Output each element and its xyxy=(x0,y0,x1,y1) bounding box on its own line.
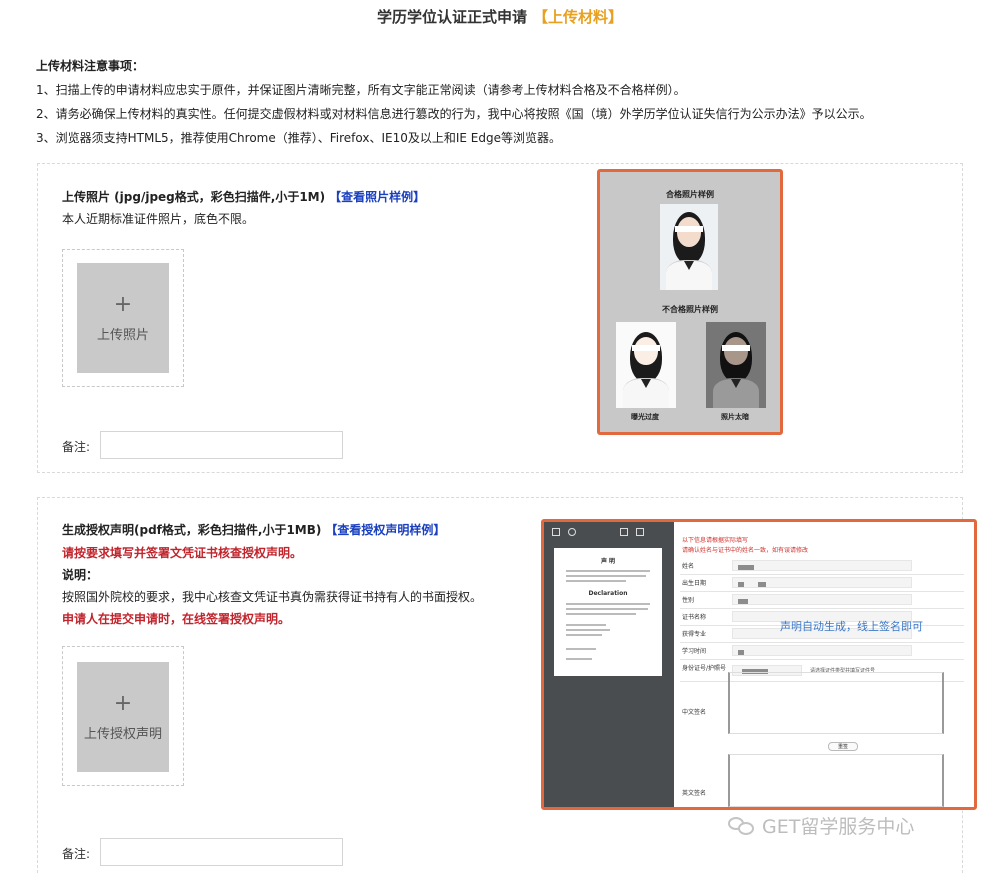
rotate-icon xyxy=(568,528,576,536)
too-dark-caption: 照片太暗 xyxy=(721,413,749,421)
form-red-line-2: 请确认姓名与证书中的姓名一致，如有误请修改 xyxy=(682,547,809,554)
upload-auth-button[interactable]: + 上传授权声明 xyxy=(77,662,169,772)
photo-sample-card: 合格照片样例 不合格照片样例 曝光过度 照片太暗 xyxy=(597,169,783,435)
auth-remark-label: 备注: xyxy=(62,847,91,861)
auth-remark-input[interactable] xyxy=(100,838,343,866)
explain-label: 说明： xyxy=(62,568,99,582)
auth-sample-card: 声 明 Declaration 以下信息请根据实际填写 请确认姓名与证书中的姓名… xyxy=(541,519,977,810)
sidebar-toggle-icon xyxy=(552,528,560,536)
upload-notes: 上传材料注意事项： 1、扫描上传的申请材料应忠实于原件，并保证图片清晰完整，所有… xyxy=(36,54,872,150)
form-row: 学习时间 xyxy=(680,643,964,660)
page-title: 学历学位认证正式申请 【上传材料】 xyxy=(0,6,1000,27)
photo-remark-label: 备注: xyxy=(62,440,91,454)
upload-photo-label: 上传照片 xyxy=(96,327,149,343)
photo-upload-frame: + 上传照片 xyxy=(62,249,184,387)
unqualified-caption: 不合格照片样例 xyxy=(662,305,718,314)
auth-red-note: 请按要求填写并签署文凭证书核查授权声明。 xyxy=(62,546,303,560)
clear-signature-button[interactable]: 重签 xyxy=(828,742,858,751)
declaration-form: 以下信息请根据实际填写 请确认姓名与证书中的姓名一致，如有误请修改 姓名 出生日… xyxy=(680,522,974,807)
qualified-caption: 合格照片样例 xyxy=(666,190,714,199)
auth-upload-frame: + 上传授权声明 xyxy=(62,646,184,786)
step-label: 【上传材料】 xyxy=(533,8,624,26)
form-row: 姓名 xyxy=(680,558,964,575)
too-dark-photo xyxy=(706,322,766,408)
photo-remark-input[interactable] xyxy=(100,431,343,459)
note-item: 2、请务必确保上传材料的真实性。任何提交虚假材料或对材料信息进行篡改的行为，我中… xyxy=(36,107,872,121)
wechat-icon xyxy=(728,815,756,837)
plus-icon: + xyxy=(113,690,133,716)
photo-upload-panel: 上传照片 (jpg/jpeg格式，彩色扫描件,小于1M) 【查看照片样例】 本人近… xyxy=(37,163,963,473)
auto-generate-note: 声明自动生成，线上签名即可 xyxy=(780,620,923,633)
auth-section-title: 生成授权声明(pdf格式，彩色扫描件,小于1MB) 【查看授权声明样例】 xyxy=(62,521,445,538)
english-sign-area[interactable] xyxy=(728,754,944,807)
upload-photo-button[interactable]: + 上传照片 xyxy=(77,263,169,373)
upload-auth-label: 上传授权声明 xyxy=(83,726,162,742)
form-red-line-1: 以下信息请根据实际填写 xyxy=(682,537,749,544)
doc-subtitle: Declaration xyxy=(588,590,628,597)
plus-icon: + xyxy=(113,291,133,317)
photo-section-title: 上传照片 (jpg/jpeg格式，彩色扫描件,小于1M) 【查看照片样例】 xyxy=(62,188,425,205)
pdf-viewer: 声 明 Declaration xyxy=(544,522,674,807)
notes-title: 上传材料注意事项： xyxy=(36,59,145,73)
overexposed-caption: 曝光过度 xyxy=(631,413,659,421)
page-title-text: 学历学位认证正式申请 xyxy=(376,8,527,26)
auth-title-text: 生成授权声明(pdf格式，彩色扫描件,小于1MB) xyxy=(62,523,322,537)
qualified-photo xyxy=(660,204,718,290)
form-row: 性别 xyxy=(680,592,964,609)
photo-title-text: 上传照片 (jpg/jpeg格式，彩色扫描件,小于1M) xyxy=(62,190,326,204)
pdf-page: 声 明 Declaration xyxy=(554,548,662,676)
watermark: GET留学服务中心 xyxy=(728,812,914,839)
chinese-sign-label: 中文签名 xyxy=(682,709,707,716)
note-item: 3、浏览器须支持HTML5，推荐使用Chrome（推荐）、Firefox、IE1… xyxy=(36,131,561,145)
doc-title: 声 明 xyxy=(600,558,616,565)
english-sign-label: 英文签名 xyxy=(682,790,707,797)
chinese-sign-area[interactable] xyxy=(728,672,944,734)
form-row: 出生日期 xyxy=(680,575,964,592)
overexposed-photo xyxy=(616,322,676,408)
note-item: 1、扫描上传的申请材料应忠实于原件，并保证图片清晰完整，所有文字能正常阅读（请参… xyxy=(36,83,686,97)
view-photo-sample-link[interactable]: 【查看照片样例】 xyxy=(329,190,425,204)
auth-red-note-2: 申请人在提交申请时，在线签署授权声明。 xyxy=(62,612,291,626)
view-auth-sample-link[interactable]: 【查看授权声明样例】 xyxy=(325,523,445,537)
watermark-text: GET留学服务中心 xyxy=(762,816,915,838)
download-icon xyxy=(620,528,628,536)
photo-desc: 本人近期标准证件照片，底色不限。 xyxy=(62,212,255,226)
explain-text: 按照国外院校的要求，我中心核查文凭证书真伪需获得证书持有人的书面授权。 xyxy=(62,590,483,604)
print-icon xyxy=(636,528,644,536)
